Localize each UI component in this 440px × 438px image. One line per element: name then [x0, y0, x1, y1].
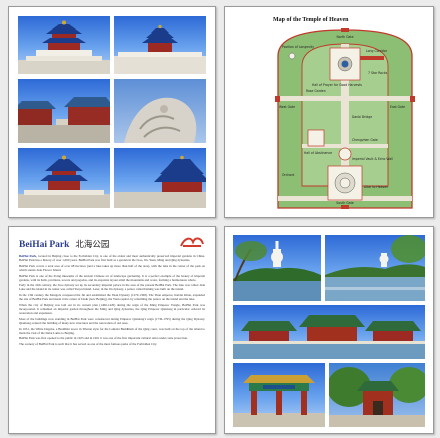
article-paragraph: BeiHai Park is one of the living museums…: [19, 273, 205, 282]
temple-map: North Gate Pavilion of Longevity Hall of…: [275, 28, 415, 209]
west-gate-marker: [275, 96, 280, 102]
label-north-gate: North Gate: [336, 35, 353, 39]
label-long-corridor: Long Corridor: [366, 49, 388, 53]
label-hall-prayer: Hall of Prayer for Good Harvests: [312, 83, 362, 87]
park-illustration: [233, 315, 425, 359]
photo-imperial-vault: [18, 79, 110, 143]
article-title-en: BeiHai Park: [19, 240, 70, 250]
imperial-vault-marker: [338, 147, 352, 161]
park-illustration: [233, 241, 321, 301]
photo-pavilions: [233, 305, 425, 359]
east-path: [348, 96, 412, 101]
park-illustration: [233, 375, 325, 427]
article-paragraph: The scenery of BeiHai Park is such that …: [19, 342, 158, 347]
south-gate-marker: [341, 205, 349, 209]
article-paragraph: In 1651, the White Dagoba, a Buddhist to…: [19, 326, 205, 335]
photo-hall-night: [18, 148, 110, 208]
article-paragraph: Early in the 10th century, the Liao dyna…: [19, 283, 205, 292]
label-chengzhen: Chengzhen Gate: [352, 138, 378, 142]
article-body: BeiHai Park, located in Beijing close to…: [19, 254, 205, 348]
temple-illustration: [18, 97, 110, 143]
photo-marble-carving: [114, 79, 206, 143]
article-paragraph: BeiHai Park, located in Beijing close to…: [19, 254, 205, 263]
west-path: [278, 96, 342, 101]
east-gate-marker: [410, 96, 415, 102]
article-paragraph: Most of the buildings now standing in Be…: [19, 316, 205, 325]
photo-gate-trees: [329, 363, 425, 427]
page-temple-photos[interactable]: [8, 6, 216, 218]
temple-illustration: [114, 155, 206, 208]
article-paragraph: BeiHai Park was first opened to the publ…: [19, 336, 188, 341]
park-illustration: [329, 367, 425, 427]
label-imperial-vault: Imperial Vault & Echo Wall: [352, 157, 393, 161]
label-abstinence: Hall of Abstinence: [304, 151, 332, 155]
label-orchard: Orchard: [282, 173, 294, 177]
temple-illustration: [114, 24, 206, 74]
photo-archway: [233, 363, 325, 427]
page-beihai-photos[interactable]: [224, 226, 434, 434]
label-danbi: Danbi Bridge: [352, 115, 372, 119]
label-pavilion-longevity: Pavilion of Longevity: [282, 45, 314, 49]
label-altar: Altar to Heaven: [364, 185, 388, 189]
altar-inner-ring: [339, 177, 351, 189]
hall-of-abstinence-marker: [307, 129, 325, 147]
label-seven-star: 7 Star Rocks: [368, 71, 388, 75]
article-paragraph: BeiHai Park covers a total area of over …: [19, 263, 205, 272]
label-south-gate: South Gate: [336, 201, 353, 205]
article-paragraph: When the city of Beijing was laid out in…: [19, 302, 205, 316]
park-illustration: [325, 235, 425, 301]
page-beihai-article[interactable]: BeiHai Park 北海公园 BeiHai Park, located in …: [8, 226, 216, 434]
label-west-gate: West Gate: [279, 105, 295, 109]
article-paragraph: In the 13th century the Mongols conquere…: [19, 293, 205, 302]
photo-hall-side: [114, 148, 206, 208]
pavilion-marker: [288, 52, 296, 60]
map-title: Map of the Temple of Heaven: [273, 17, 349, 23]
carving-illustration: [124, 97, 197, 143]
hall-of-prayer-roof: [341, 60, 349, 68]
photo-lake-view: [325, 235, 425, 301]
article-title: BeiHai Park 北海公园: [19, 238, 109, 250]
article-title-cn: 北海公园: [75, 240, 110, 250]
label-east-gate: East Gate: [390, 105, 405, 109]
temple-illustration: [18, 20, 110, 74]
label-rose-garden: Rose Garden: [306, 89, 326, 93]
north-gate-marker: [341, 28, 349, 32]
page-temple-map[interactable]: Map of the Temple of Heaven North Gate P…: [224, 6, 434, 218]
photo-temple-terrace: [114, 16, 206, 74]
brand-logo-icon: [180, 237, 204, 247]
photo-hall-of-prayer: [18, 16, 110, 74]
temple-illustration: [18, 155, 110, 208]
long-corridor-marker: [360, 56, 384, 60]
photo-white-dagoba: [233, 235, 321, 301]
